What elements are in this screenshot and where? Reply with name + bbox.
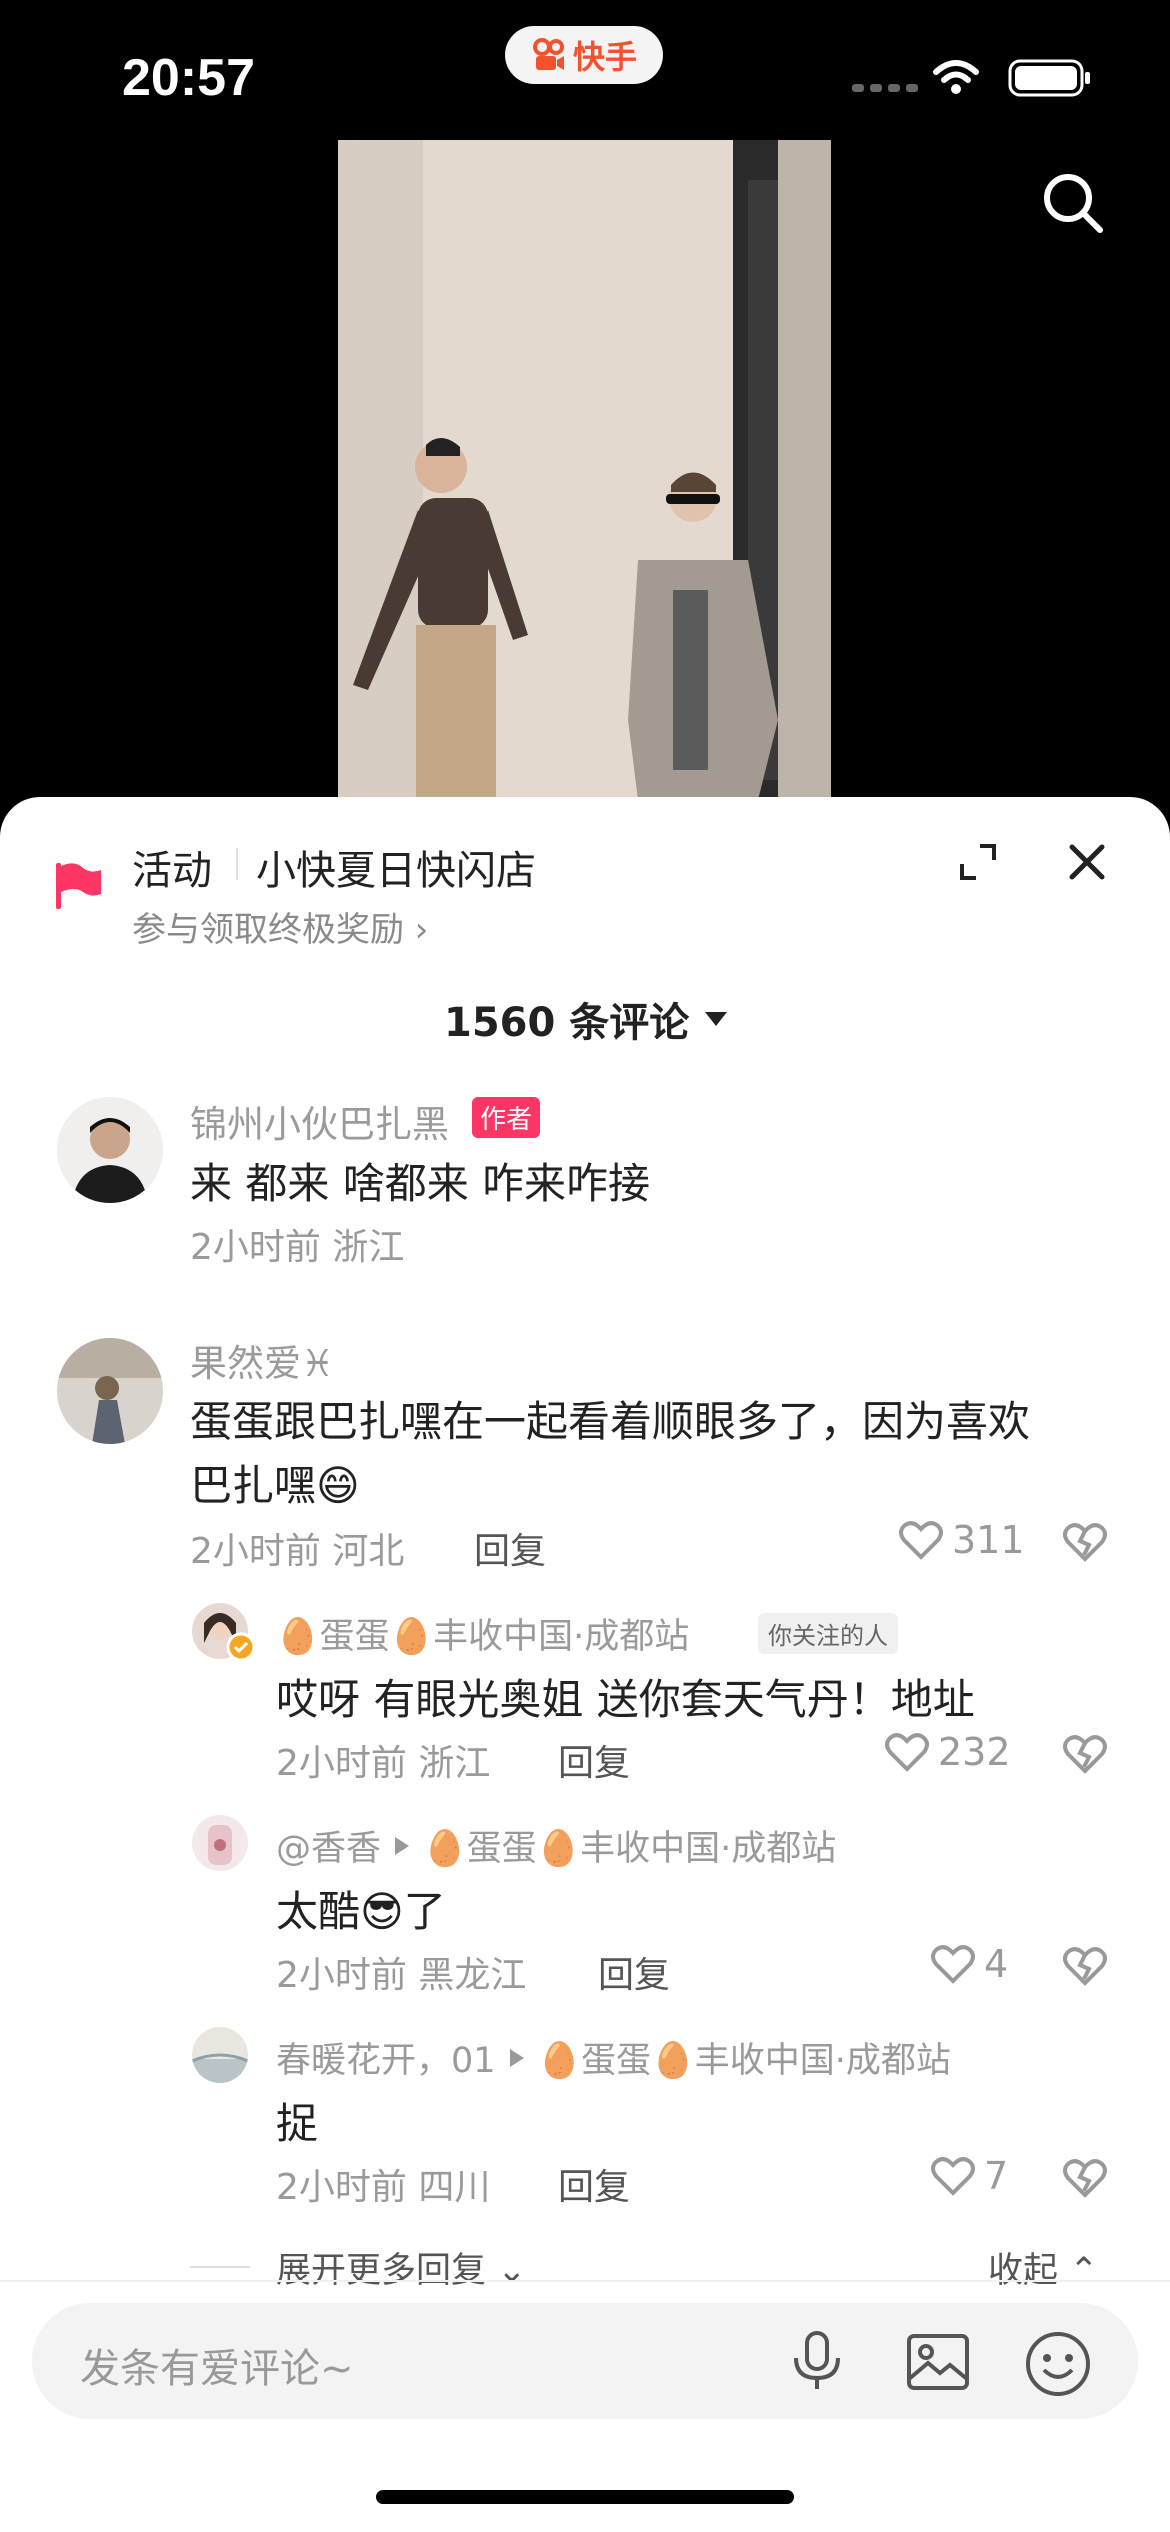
like-button[interactable]: 7 [930, 2154, 1008, 2198]
divider [236, 848, 238, 880]
dislike-icon[interactable] [1062, 1521, 1108, 1563]
divider [0, 2280, 1170, 2282]
verified-icon [226, 1632, 256, 1662]
close-icon[interactable] [1068, 843, 1106, 881]
like-count: 4 [984, 1942, 1009, 1986]
reply-target[interactable]: 🥚蛋蛋🥚丰收中国·成都站 [538, 2032, 951, 2083]
like-button[interactable]: 4 [930, 1942, 1008, 1986]
image-icon[interactable] [906, 2333, 970, 2391]
avatar[interactable] [57, 1338, 163, 1444]
like-button[interactable]: 232 [884, 1730, 1011, 1774]
reply-header: 春暖花开，01 🥚蛋蛋🥚丰收中国·成都站 [276, 2032, 951, 2083]
divider [190, 2266, 250, 2268]
reply-meta: 2小时前 浙江 [276, 1743, 491, 1784]
video-thumbnail [338, 140, 831, 800]
comment-text: 蛋蛋跟巴扎嘿在一起看着顺眼多了，因为喜欢 [190, 1397, 1031, 1446]
avatar-image [57, 1097, 163, 1203]
reply-username[interactable]: 春暖花开，01 [276, 2032, 496, 2083]
activity-subtitle[interactable]: 参与领取终极奖励 › [132, 902, 428, 951]
reply-header: @香香 🥚蛋蛋🥚丰收中国·成都站 [276, 1820, 836, 1871]
expand-more-replies-button[interactable]: 展开更多回复 ⌄ [276, 2242, 526, 2293]
reply-button[interactable]: 回复 [474, 1522, 546, 1574]
avatar[interactable] [192, 1815, 248, 1871]
reply-text: 哎呀 有眼光奥姐 送你套天气丹！地址 [276, 1675, 975, 1724]
status-time: 20:57 [122, 49, 255, 107]
comment-count: 1560 条评论 [444, 1000, 690, 1046]
reply-arrow-icon [395, 1836, 410, 1855]
home-indicator[interactable] [376, 2490, 794, 2504]
heart-icon [885, 1733, 929, 1772]
app-indicator-pill[interactable]: 快手 [505, 26, 663, 84]
reply-meta: 2小时前 四川 [276, 2167, 491, 2208]
reply-username[interactable]: @香香 [276, 1820, 381, 1871]
collapse-replies-button[interactable]: 收起 ⌃ [988, 2242, 1098, 2293]
comment-username[interactable]: 锦州小伙巴扎黑 [190, 1094, 449, 1148]
activity-label: 活动 [132, 848, 212, 894]
app-name: 快手 [572, 38, 637, 76]
activity-flag-icon [56, 863, 101, 909]
dislike-icon[interactable] [1062, 1733, 1108, 1775]
avatar-image [192, 2027, 248, 2083]
reply-username[interactable]: 🥚蛋蛋🥚丰收中国·成都站 [276, 1608, 689, 1659]
video-player[interactable] [338, 140, 831, 800]
following-badge: 你关注的人 [758, 1613, 898, 1654]
like-button[interactable]: 311 [898, 1518, 1025, 1562]
caret-down-icon [705, 1012, 728, 1026]
reply-text: 太酷😎了 [276, 1887, 446, 1936]
wifi-icon [933, 60, 979, 94]
search-icon[interactable] [1042, 172, 1104, 234]
reply-button[interactable]: 回复 [598, 1946, 670, 1998]
avatar[interactable] [57, 1097, 163, 1203]
heart-icon [931, 2157, 975, 2196]
reply-arrow-icon [509, 2048, 524, 2067]
heart-icon [931, 1945, 975, 1984]
avatar-image [192, 1815, 248, 1871]
signal-icon [852, 84, 918, 92]
reply-text: 捉 [276, 2099, 319, 2148]
like-count: 232 [938, 1730, 1011, 1774]
comment-text-continued: 巴扎嘿😄 [190, 1461, 360, 1510]
emoji-icon[interactable] [1024, 2330, 1092, 2398]
avatar-image [57, 1338, 163, 1444]
reply-meta: 2小时前 黑龙江 [276, 1955, 527, 1996]
activity-title[interactable]: 小快夏日快闪店 [256, 838, 536, 896]
battery-icon [1008, 59, 1090, 97]
comment-count-sort[interactable]: 1560 条评论 [444, 990, 729, 1048]
reply-target[interactable]: 🥚蛋蛋🥚丰收中国·成都站 [423, 1820, 836, 1871]
heart-icon [899, 1521, 943, 1560]
reply-button[interactable]: 回复 [558, 1734, 630, 1786]
author-badge: 作者 [472, 1097, 541, 1138]
comment-input[interactable]: 发条有爱评论~ [80, 2336, 354, 2394]
like-count: 311 [952, 1518, 1025, 1562]
dislike-icon[interactable] [1062, 2157, 1108, 2199]
comment-meta: 2小时前 河北 [190, 1531, 405, 1572]
reply-button[interactable]: 回复 [558, 2158, 630, 2210]
avatar[interactable] [192, 2027, 248, 2083]
comment-text: 来 都来 啥都来 咋来咋接 [190, 1159, 651, 1208]
dislike-icon[interactable] [1062, 1945, 1108, 1987]
microphone-icon[interactable] [788, 2330, 846, 2392]
kuaishou-logo-icon [532, 38, 564, 70]
expand-icon[interactable] [958, 842, 998, 882]
comment-meta: 2小时前 浙江 [190, 1227, 405, 1268]
like-count: 7 [984, 2154, 1009, 2198]
comment-username[interactable]: 果然爱♓ [190, 1333, 334, 1387]
